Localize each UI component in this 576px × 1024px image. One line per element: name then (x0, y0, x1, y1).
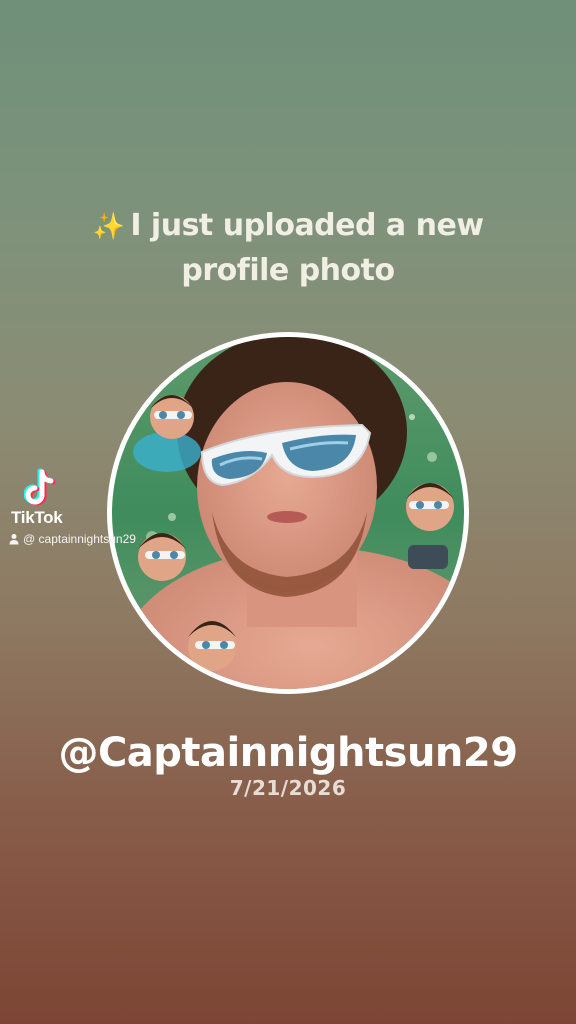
profile-handle: @Captainnightsun29 (58, 730, 518, 776)
watermark-username-text: @ captainnightsun29 (23, 532, 136, 546)
sparkles-icon: ✨ (92, 212, 125, 242)
tiktok-logo-icon (24, 468, 56, 506)
watermark-username: @ captainnightsun29 (8, 532, 208, 546)
person-icon (9, 534, 19, 545)
tiktok-watermark: TikTok @ captainnightsun29 (8, 468, 208, 546)
headline: ✨ I just uploaded a new profile photo (60, 204, 516, 292)
post-date: 7/21/2026 (229, 776, 347, 800)
headline-text: I just uploaded a new profile photo (130, 208, 484, 288)
tiktok-brand: TikTok (11, 508, 63, 527)
